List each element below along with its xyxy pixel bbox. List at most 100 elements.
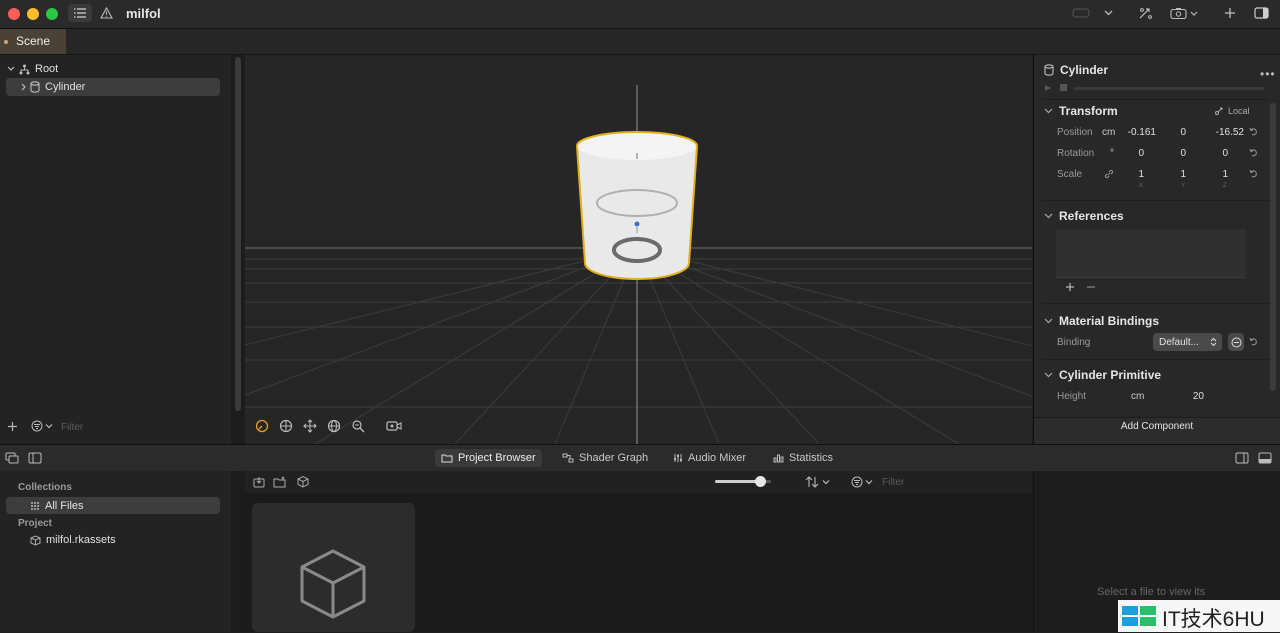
- browser-filter-input[interactable]: Filter: [882, 477, 904, 488]
- animation-timeline[interactable]: [1074, 87, 1264, 90]
- height-field[interactable]: 20: [1180, 391, 1204, 402]
- play-icon[interactable]: [1044, 84, 1052, 92]
- asset-tile[interactable]: [252, 503, 415, 632]
- add-component-button[interactable]: Add Component: [1034, 421, 1280, 432]
- filter-options-button[interactable]: [31, 420, 53, 432]
- orbit-tool-icon[interactable]: [277, 417, 295, 435]
- inspector-toggle-icon[interactable]: [1252, 4, 1270, 22]
- material-options-button[interactable]: [1228, 333, 1244, 351]
- camera-icon[interactable]: [1169, 4, 1201, 22]
- hierarchy-item-cylinder[interactable]: Cylinder: [6, 78, 220, 96]
- chevron-right-icon[interactable]: [20, 82, 28, 92]
- tab-project-browser[interactable]: Project Browser: [435, 449, 542, 467]
- hierarchy-scrollbar[interactable]: [231, 55, 245, 444]
- tab-label: Shader Graph: [579, 452, 649, 464]
- zoom-tool-icon[interactable]: [349, 417, 367, 435]
- tab-audio-mixer[interactable]: Audio Mixer: [667, 449, 752, 467]
- import-icon[interactable]: [253, 476, 265, 488]
- add-entity-button[interactable]: [7, 421, 18, 432]
- reset-position-icon[interactable]: [1249, 127, 1258, 136]
- binding-select[interactable]: Default...: [1153, 333, 1222, 351]
- chevron-down-icon[interactable]: [1101, 4, 1115, 22]
- plus-icon[interactable]: [1222, 4, 1238, 22]
- close-window-button[interactable]: [8, 8, 20, 20]
- sidebar-toggle-icon[interactable]: [68, 4, 92, 22]
- browser-filter-options[interactable]: [851, 476, 873, 488]
- chevron-down-icon[interactable]: [1044, 108, 1053, 114]
- sort-icon: [805, 476, 819, 488]
- reset-rotation-icon[interactable]: [1249, 148, 1258, 157]
- bottom-panel-icon[interactable]: [1258, 452, 1272, 464]
- chevron-down-icon: [822, 479, 830, 485]
- position-y-field[interactable]: 0: [1162, 127, 1186, 138]
- hierarchy-item-root[interactable]: Root: [6, 60, 58, 78]
- chevron-down-icon[interactable]: [6, 65, 16, 73]
- app-title: milfol: [126, 6, 161, 21]
- collections-scrollbar[interactable]: [231, 471, 245, 632]
- link-icon[interactable]: [1104, 169, 1114, 179]
- collections-header: Collections: [18, 482, 72, 493]
- selected-cylinder[interactable]: [575, 131, 699, 280]
- scale-x-field[interactable]: 1: [1130, 169, 1144, 180]
- project-file-item[interactable]: milfol.rkassets: [30, 534, 116, 546]
- sidebar-left-icon[interactable]: [28, 452, 42, 464]
- cylinder-primitive-section-header[interactable]: Cylinder Primitive: [1044, 368, 1161, 382]
- scale-y-field[interactable]: 1: [1172, 169, 1186, 180]
- reset-scale-icon[interactable]: [1249, 169, 1258, 178]
- remove-reference-button[interactable]: [1086, 282, 1096, 292]
- new-entity-icon[interactable]: [296, 475, 310, 488]
- local-space-icon: [1214, 106, 1224, 116]
- chevron-down-icon[interactable]: [1044, 213, 1053, 219]
- transform-section-header[interactable]: Transform: [1044, 104, 1118, 118]
- position-x-field[interactable]: -0.161: [1118, 127, 1156, 138]
- select-tool-icon[interactable]: [253, 417, 271, 435]
- chevron-up-down-icon: [1210, 337, 1217, 347]
- 3d-viewport[interactable]: [245, 55, 1032, 444]
- add-reference-button[interactable]: [1065, 282, 1075, 292]
- local-space-label: Local: [1228, 106, 1250, 116]
- coordinate-space-toggle[interactable]: Local: [1214, 106, 1250, 116]
- chevron-down-icon[interactable]: [1044, 318, 1053, 324]
- scale-z-field[interactable]: 1: [1214, 169, 1228, 180]
- rotate-tool-icon[interactable]: [325, 417, 343, 435]
- reset-binding-icon[interactable]: [1249, 337, 1258, 346]
- sort-button[interactable]: [805, 476, 830, 488]
- warning-icon[interactable]: [98, 4, 114, 22]
- stop-icon[interactable]: [1060, 84, 1067, 91]
- move-tool-icon[interactable]: [301, 417, 319, 435]
- cylinder-icon: [1044, 64, 1054, 76]
- hierarchy-item-label: Cylinder: [45, 81, 86, 93]
- tab-scene-label: Scene: [16, 34, 51, 48]
- zoom-slider-thumb[interactable]: [755, 476, 767, 487]
- position-z-field[interactable]: -16.52: [1202, 127, 1244, 138]
- minimize-window-button[interactable]: [27, 8, 39, 20]
- tab-scene[interactable]: Scene: [0, 29, 66, 54]
- device-icon[interactable]: [1071, 4, 1091, 22]
- folder-icon: [441, 453, 453, 463]
- transform-title: Transform: [1059, 104, 1118, 118]
- all-files-item[interactable]: All Files: [6, 497, 220, 514]
- tab-shader-graph[interactable]: Shader Graph: [556, 449, 654, 467]
- project-header: Project: [18, 518, 52, 529]
- references-list[interactable]: [1056, 229, 1246, 277]
- inspector-scrollbar[interactable]: [1270, 103, 1276, 391]
- 3d-model-icon: [298, 547, 368, 621]
- material-bindings-section-header[interactable]: Material Bindings: [1044, 314, 1159, 328]
- new-folder-icon[interactable]: [273, 476, 287, 488]
- tab-statistics[interactable]: Statistics: [767, 449, 839, 467]
- sidebar-right-icon[interactable]: [1235, 452, 1249, 464]
- split-view-icon[interactable]: [5, 452, 19, 464]
- hierarchy-filter-input[interactable]: Filter: [61, 422, 83, 433]
- rotation-y-field[interactable]: 0: [1172, 148, 1186, 159]
- rotation-x-field[interactable]: 0: [1130, 148, 1144, 159]
- more-options-icon[interactable]: •••: [1260, 67, 1276, 81]
- references-section-header[interactable]: References: [1044, 209, 1124, 223]
- zoom-slider-fill: [715, 480, 761, 483]
- zoom-window-button[interactable]: [46, 8, 58, 20]
- chevron-down-icon[interactable]: [1044, 372, 1053, 378]
- height-label: Height: [1057, 391, 1086, 402]
- camera-view-icon[interactable]: [385, 417, 403, 435]
- share-icon[interactable]: [1136, 4, 1154, 22]
- rotation-z-field[interactable]: 0: [1214, 148, 1228, 159]
- zoom-slider[interactable]: [715, 476, 771, 487]
